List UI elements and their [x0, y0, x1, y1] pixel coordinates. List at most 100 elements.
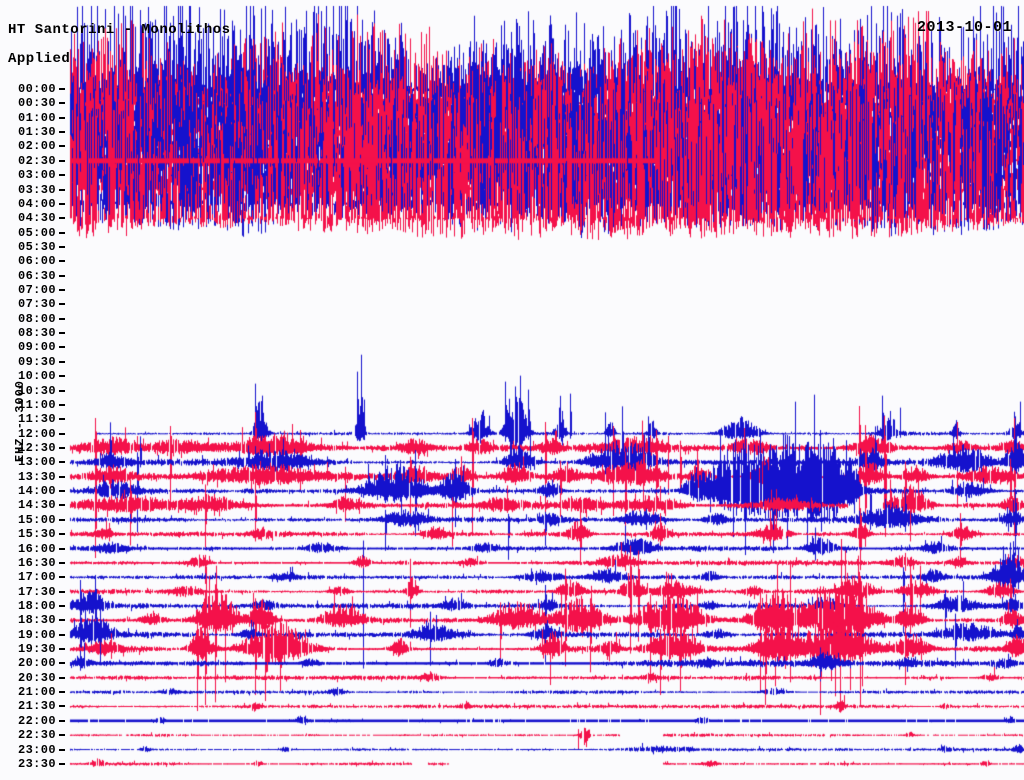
tick-mark [59, 131, 65, 134]
tick-mark [59, 461, 65, 464]
time-label: 09:00 [17, 340, 56, 355]
tick-mark [59, 576, 65, 579]
tick-mark [59, 648, 65, 651]
time-label: 21:30 [17, 699, 56, 714]
tick-mark [59, 633, 65, 636]
tick-mark [59, 561, 65, 564]
time-label: 09:30 [17, 354, 56, 369]
time-label: 23:30 [17, 756, 56, 771]
tick-mark [59, 375, 65, 378]
tick-mark [59, 332, 65, 335]
time-label: 10:00 [17, 369, 56, 384]
tick-mark [59, 662, 65, 665]
time-label: 00:00 [17, 82, 56, 96]
tick-mark [59, 762, 65, 765]
time-label: 00:30 [17, 96, 56, 111]
tick-mark [59, 604, 65, 607]
tick-mark [59, 447, 65, 449]
tick-mark [59, 719, 65, 722]
time-label: 06:30 [17, 268, 56, 283]
time-label: 02:30 [17, 153, 56, 168]
time-label: 12:30 [17, 441, 56, 455]
tick-mark [59, 174, 65, 177]
time-label: 05:30 [17, 239, 56, 254]
time-label: 04:00 [17, 196, 56, 211]
time-label: 06:00 [17, 254, 56, 269]
time-label: 08:30 [17, 326, 56, 341]
date-label: 2013-10-01 [916, 19, 1012, 36]
time-label: 16:30 [17, 555, 56, 570]
time-label: 18:30 [17, 613, 56, 628]
time-label: 19:00 [17, 627, 56, 642]
time-label: 08:00 [17, 311, 56, 326]
tick-mark [59, 317, 65, 320]
time-label: 03:00 [17, 168, 56, 183]
tick-mark [59, 289, 65, 292]
tick-mark [59, 734, 65, 737]
time-label: 03:30 [17, 182, 56, 197]
time-label: 13:00 [17, 455, 56, 470]
tick-mark [59, 676, 65, 679]
time-label: 15:00 [17, 512, 56, 527]
tick-mark [59, 619, 65, 622]
tick-mark [59, 691, 65, 694]
tick-mark [59, 403, 65, 406]
time-label: 14:30 [17, 498, 56, 513]
time-label: 11:00 [17, 397, 56, 412]
tick-mark [59, 360, 65, 363]
channel-label: EHZ - 3000 [13, 380, 27, 463]
time-label: 19:30 [17, 642, 56, 657]
tick-mark [59, 389, 65, 392]
time-label: 23:00 [17, 742, 56, 757]
time-label: 04:30 [17, 211, 56, 226]
time-label: 01:00 [17, 110, 56, 125]
station-title: HT Santorini - Monolithos [8, 22, 231, 38]
tick-mark [59, 245, 65, 248]
time-label: 13:30 [17, 469, 56, 484]
tick-mark [59, 303, 65, 306]
tick-mark [59, 116, 65, 119]
time-label: 16:00 [17, 541, 56, 556]
tick-mark [59, 274, 65, 277]
time-label: 12:00 [17, 426, 56, 441]
tick-mark [59, 518, 65, 521]
time-label: 22:30 [17, 728, 56, 743]
helicorder-page: 00:00 00:30 01:00 01:30 02:00 02:30 03:00 03:30… [0, 0, 1024, 780]
tick-mark [59, 346, 65, 349]
time-label: 07:00 [17, 283, 56, 298]
time-label: 07:30 [17, 297, 56, 312]
tick-mark [59, 188, 65, 191]
time-label: 21:00 [17, 685, 56, 700]
tick-mark [59, 590, 65, 593]
time-label: 17:00 [17, 570, 56, 585]
tick-mark [59, 490, 65, 493]
tick-mark [59, 418, 65, 421]
tick-mark [59, 145, 65, 148]
time-label: 18:00 [17, 598, 56, 613]
filter-label: Applied [8, 51, 71, 67]
time-label: 11:30 [17, 412, 56, 427]
time-label: 20:00 [17, 656, 56, 671]
time-label: 01:30 [17, 125, 56, 140]
tick-mark [59, 217, 65, 220]
time-label: 05:00 [17, 225, 56, 240]
tick-mark [59, 475, 65, 478]
time-label: 22:00 [17, 713, 56, 728]
time-label: 02:00 [17, 139, 56, 154]
time-label: 20:30 [17, 670, 56, 685]
tick-mark [59, 88, 65, 90]
tick-mark [59, 159, 65, 162]
time-label: 15:30 [17, 527, 56, 542]
tick-mark [59, 202, 65, 205]
tick-mark [59, 260, 65, 263]
helicorder-canvas [0, 0, 1024, 780]
tick-mark [59, 102, 65, 105]
time-label: 10:30 [17, 383, 56, 398]
tick-mark [59, 504, 65, 507]
tick-mark [59, 432, 65, 435]
tick-mark [59, 748, 65, 751]
tick-mark [59, 547, 65, 550]
tick-mark [59, 533, 65, 536]
time-label: 17:30 [17, 584, 56, 599]
tick-mark [59, 705, 65, 708]
